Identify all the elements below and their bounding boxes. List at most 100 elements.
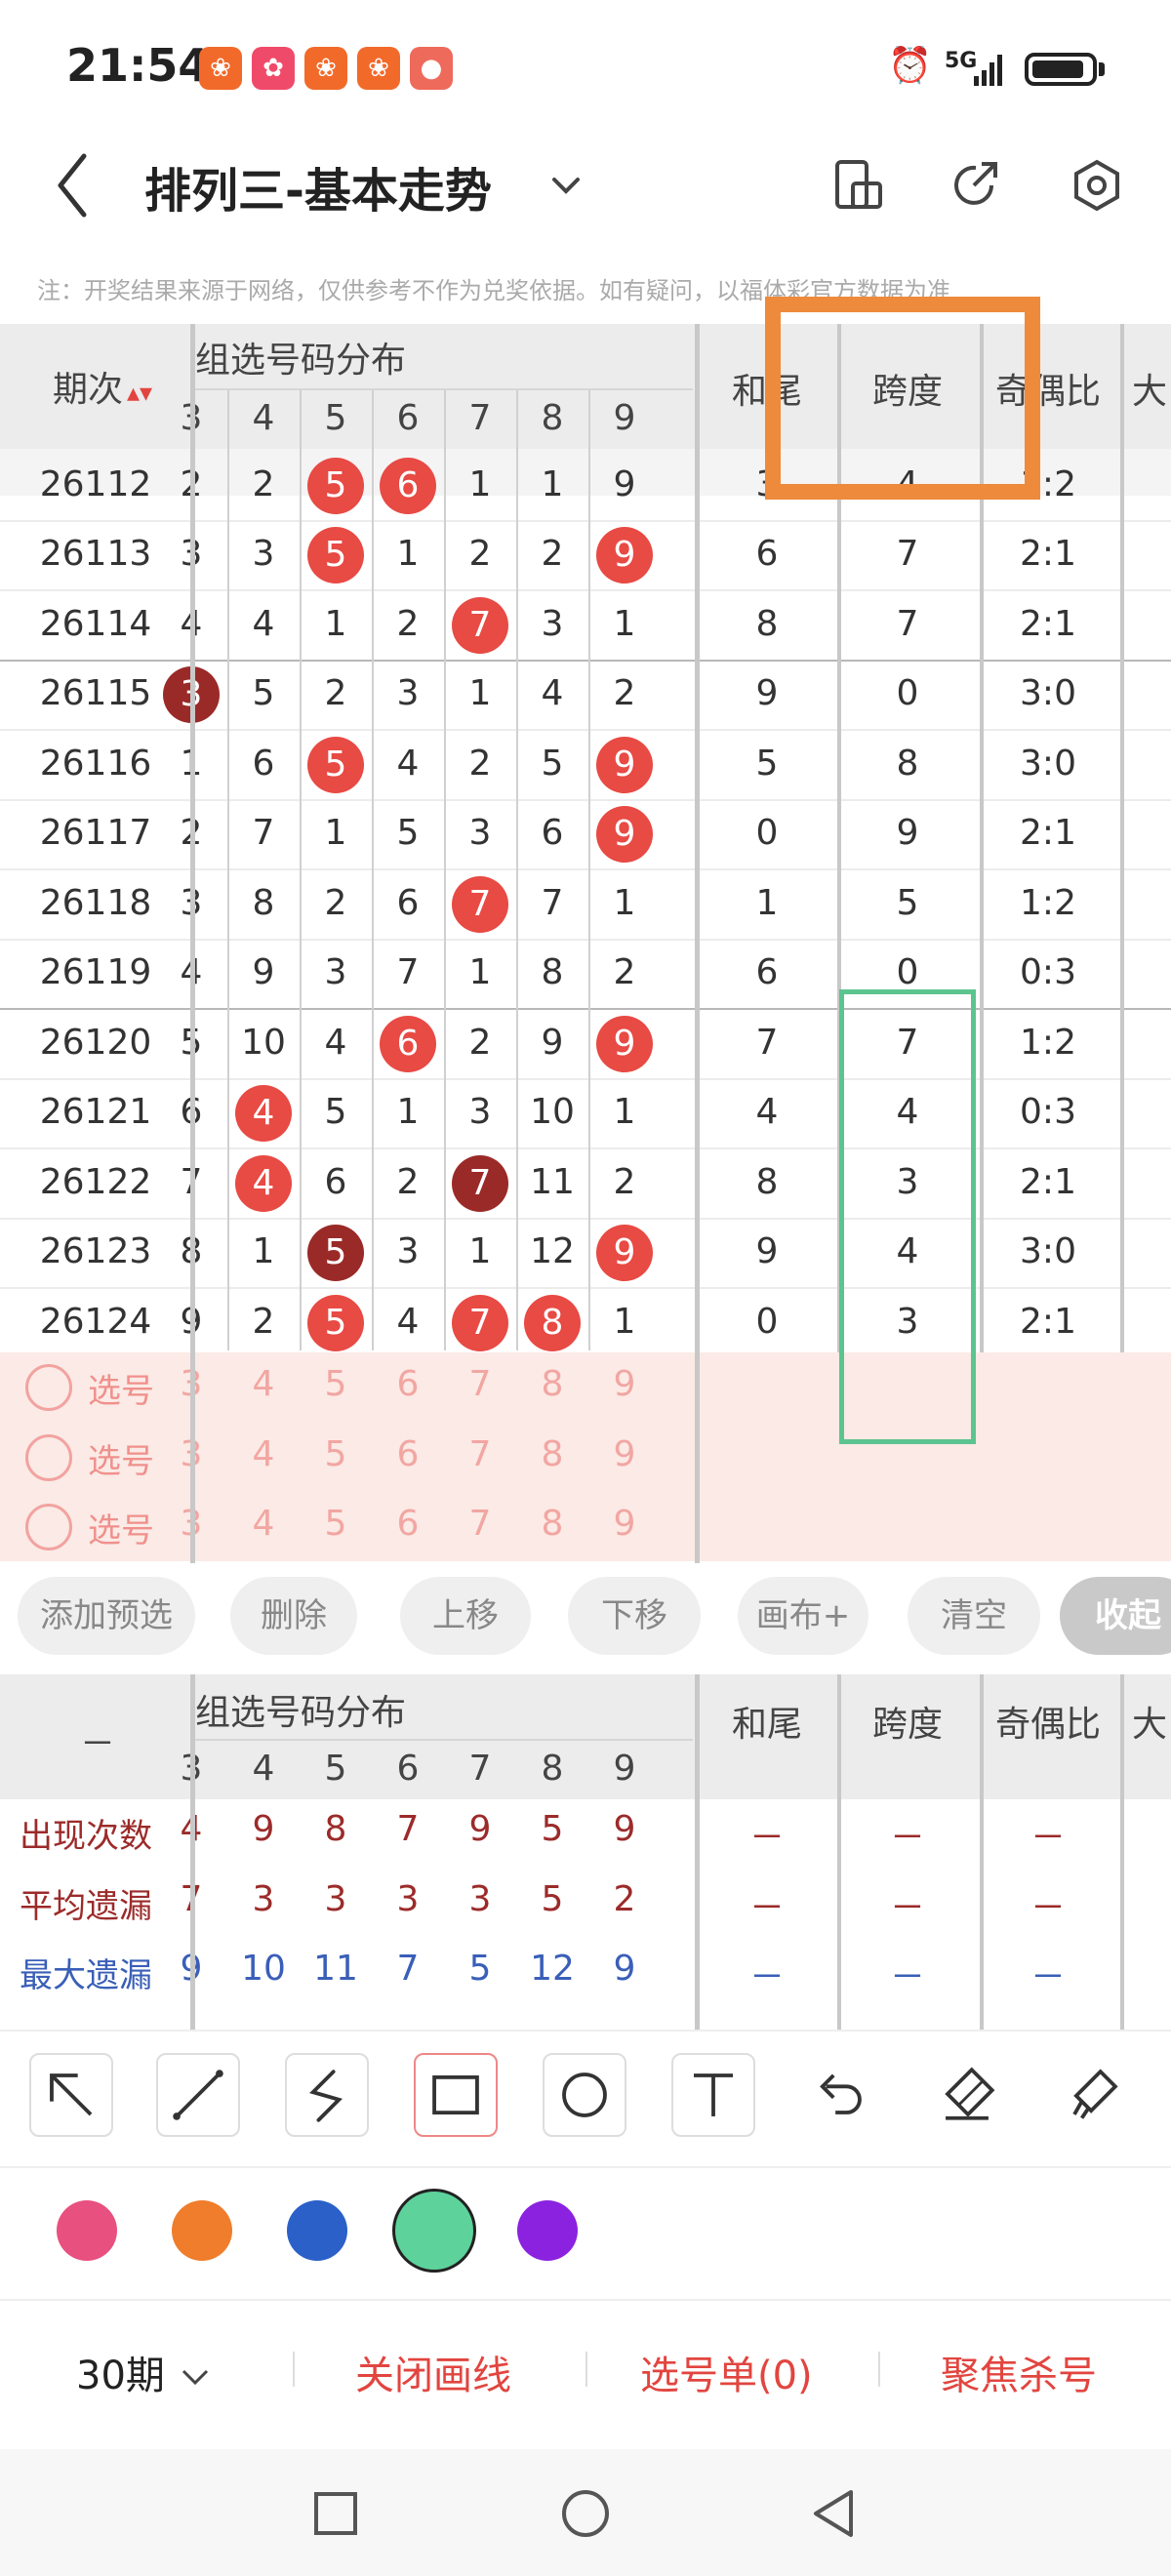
column-divider[interactable]: [300, 390, 302, 1350]
pill-button[interactable]: 下移: [568, 1577, 701, 1655]
phone-layout-icon[interactable]: [829, 156, 888, 215]
period-cell[interactable]: 26122: [18, 1162, 174, 1202]
green-annotation-box[interactable]: [839, 989, 976, 1444]
pick-number[interactable]: 4: [227, 1504, 300, 1544]
stat-value[interactable]: 5: [516, 1879, 588, 1919]
stat-value[interactable]: 7: [372, 1809, 444, 1849]
color-swatch[interactable]: [287, 2200, 347, 2261]
number-cell[interactable]: 2: [588, 952, 661, 992]
back-nav-icon[interactable]: [810, 2488, 857, 2539]
number-cell[interactable]: 5: [516, 744, 588, 784]
row-divider[interactable]: [0, 589, 1171, 591]
stat-value[interactable]: 10: [227, 1949, 300, 1989]
row-divider[interactable]: [0, 729, 1171, 731]
number-cell[interactable]: 1: [588, 1302, 661, 1342]
number-cell[interactable]: 2: [444, 1023, 516, 1063]
number-cell[interactable]: 6: [227, 744, 300, 784]
hewei-cell[interactable]: 1: [708, 883, 826, 923]
kuadu-cell[interactable]: 8: [849, 744, 966, 784]
row-divider[interactable]: [0, 1217, 1171, 1220]
number-ball[interactable]: 5: [307, 457, 364, 514]
period-cell[interactable]: 26118: [18, 883, 174, 923]
number-cell[interactable]: 1: [444, 952, 516, 992]
column-divider[interactable]: [516, 390, 518, 1350]
number-cell[interactable]: 5: [372, 813, 444, 853]
stat-value[interactable]: 9: [588, 1949, 661, 1989]
stats-corner[interactable]: －: [39, 1715, 156, 1766]
circle-tool-button[interactable]: [543, 2053, 626, 2137]
stat-extra[interactable]: －: [849, 1879, 966, 1930]
row-divider[interactable]: [0, 798, 1171, 801]
color-swatch[interactable]: [172, 2200, 232, 2261]
number-cell[interactable]: 2: [300, 673, 372, 713]
color-swatch[interactable]: [517, 2200, 578, 2261]
color-swatch[interactable]: [57, 2200, 117, 2261]
hewei-cell[interactable]: 0: [708, 813, 826, 853]
chevron-down-icon[interactable]: [546, 166, 586, 205]
stat-value[interactable]: 9: [444, 1809, 516, 1849]
pill-button[interactable]: 收起: [1060, 1577, 1171, 1655]
number-cell[interactable]: 5: [227, 673, 300, 713]
header-divider[interactable]: [195, 1739, 693, 1741]
number-ball[interactable]: 6: [380, 457, 436, 514]
number-ball[interactable]: 4: [235, 1154, 292, 1212]
number-cell[interactable]: 3: [372, 1231, 444, 1271]
row-divider[interactable]: [0, 519, 1171, 522]
number-cell[interactable]: 9: [516, 1023, 588, 1063]
digit-header[interactable]: 6: [372, 1749, 444, 1789]
hewei-cell[interactable]: 4: [708, 1092, 826, 1132]
hewei-cell[interactable]: 6: [708, 534, 826, 574]
jiou-cell[interactable]: 1:2: [989, 1023, 1107, 1063]
stat-value[interactable]: 3: [300, 1879, 372, 1919]
stat-value[interactable]: 2: [588, 1879, 661, 1919]
digit-header[interactable]: 5: [300, 398, 372, 438]
number-cell[interactable]: 3: [444, 813, 516, 853]
freehand-tool-button[interactable]: [285, 2053, 369, 2137]
digit-header[interactable]: 8: [516, 398, 588, 438]
stat-value[interactable]: 12: [516, 1949, 588, 1989]
number-cell[interactable]: 3: [516, 604, 588, 644]
number-ball[interactable]: 8: [524, 1294, 581, 1351]
number-cell[interactable]: 4: [372, 744, 444, 784]
number-cell[interactable]: 2: [444, 534, 516, 574]
number-cell[interactable]: 9: [227, 952, 300, 992]
jiou-cell[interactable]: 0:3: [989, 952, 1107, 992]
extra-header[interactable]: 大: [1132, 363, 1171, 414]
stat-value[interactable]: 8: [300, 1809, 372, 1849]
digit-header[interactable]: 7: [444, 398, 516, 438]
page-title[interactable]: 排列三-基本走势: [144, 152, 492, 221]
hewei-cell[interactable]: 9: [708, 673, 826, 713]
extra-header[interactable]: 跨度: [839, 1696, 976, 1747]
period-cell[interactable]: 26120: [18, 1023, 174, 1063]
column-divider[interactable]: [837, 1674, 841, 2030]
stat-value[interactable]: 3: [444, 1879, 516, 1919]
number-cell[interactable]: 6: [516, 813, 588, 853]
number-ball[interactable]: 7: [452, 875, 508, 933]
number-cell[interactable]: 1: [444, 1231, 516, 1271]
pick-number[interactable]: 6: [372, 1364, 444, 1404]
number-cell[interactable]: 4: [372, 1302, 444, 1342]
pick-divider[interactable]: [695, 1352, 700, 1561]
number-cell[interactable]: 3: [444, 1092, 516, 1132]
number-cell[interactable]: 2: [444, 744, 516, 784]
stat-extra[interactable]: －: [849, 1949, 966, 1999]
close-lines-button[interactable]: 关闭画线: [355, 2344, 511, 2400]
pick-number[interactable]: 6: [372, 1434, 444, 1474]
pill-button[interactable]: 删除: [230, 1577, 357, 1655]
stat-extra[interactable]: －: [708, 1879, 826, 1930]
period-cell[interactable]: 26113: [18, 534, 174, 574]
pick-number[interactable]: 8: [516, 1364, 588, 1404]
stat-value[interactable]: 3: [227, 1879, 300, 1919]
line-tool-button[interactable]: [156, 2053, 240, 2137]
number-ball[interactable]: 4: [235, 1085, 292, 1143]
text-tool-button[interactable]: [671, 2053, 755, 2137]
number-cell[interactable]: 4: [227, 604, 300, 644]
number-ball[interactable]: 5: [307, 736, 364, 793]
number-cell[interactable]: 7: [372, 952, 444, 992]
number-cell[interactable]: 4: [516, 673, 588, 713]
number-cell[interactable]: 7: [516, 883, 588, 923]
brush-button[interactable]: [1054, 2053, 1138, 2137]
hewei-cell[interactable]: 8: [708, 1162, 826, 1202]
jiou-cell[interactable]: 1:2: [989, 883, 1107, 923]
number-ball[interactable]: 5: [307, 527, 364, 584]
